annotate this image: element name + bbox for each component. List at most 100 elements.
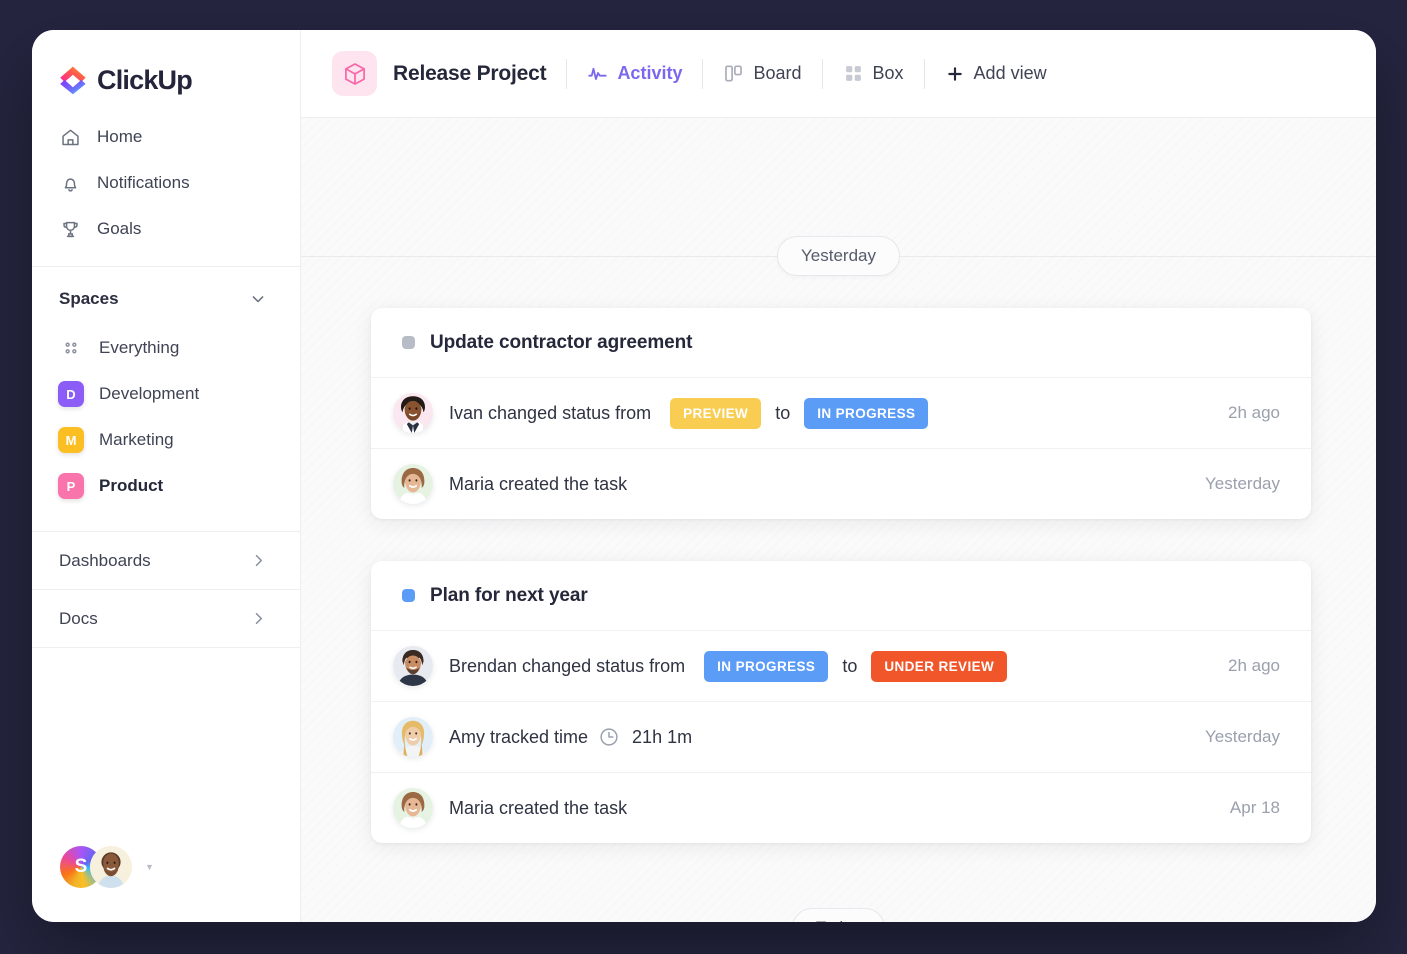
sidebar-item-notifications[interactable]: Notifications (32, 160, 300, 206)
chevron-right-icon[interactable] (249, 551, 268, 570)
activity-card[interactable]: Plan for next year Brendan changed statu… (371, 561, 1311, 843)
activity-row[interactable]: Maria created the task Yesterday (371, 448, 1311, 519)
tab-box[interactable]: Box (843, 63, 904, 84)
cube-icon (332, 51, 377, 96)
sidebar-item-home-label: Home (97, 127, 143, 146)
caret-down-icon[interactable]: ▼ (145, 862, 154, 872)
plus-icon (945, 64, 965, 84)
status-connector: to (775, 402, 791, 423)
row-content: Maria created the task (433, 798, 1230, 819)
primary-nav: Home Notifications Goals (32, 102, 300, 266)
day-separator-yesterday: Yesterday (301, 236, 1376, 276)
topbar-separator (702, 58, 704, 89)
activity-text: Amy tracked time (449, 726, 589, 747)
sidebar-item-development-label: Development (99, 384, 200, 403)
day-pill-yesterday: Yesterday (777, 236, 900, 276)
sidebar-item-notifications-label: Notifications (97, 173, 190, 192)
tab-board-label: Board (753, 63, 802, 83)
avatar-amy (393, 717, 433, 757)
status-badge-from[interactable]: IN PROGRESS (704, 650, 829, 682)
trophy-icon (59, 218, 81, 240)
chevron-right-icon[interactable] (249, 609, 268, 628)
activity-text: Maria created the task (449, 797, 628, 818)
row-content: Amy tracked time 21h 1m (433, 726, 1205, 748)
topbar-separator (821, 58, 823, 89)
sidebar-item-marketing-label: Marketing (99, 430, 174, 449)
status-badge (402, 589, 415, 602)
bell-icon (59, 172, 81, 194)
tab-box-label: Box (872, 63, 904, 83)
spaces-list: Everything D Development M Marketing P P… (32, 325, 300, 509)
tab-activity[interactable]: Activity (587, 63, 682, 84)
sidebar-item-product[interactable]: P Product (32, 463, 300, 509)
add-view-label: Add view (973, 63, 1047, 83)
space-badge-marketing: M (58, 427, 84, 453)
card-header[interactable]: Update contractor agreement (371, 308, 1311, 377)
sidebar-item-marketing[interactable]: M Marketing (32, 417, 300, 463)
avatar-maria (393, 788, 433, 828)
avatar-brendan (393, 646, 433, 686)
sidebar-item-development[interactable]: D Development (32, 371, 300, 417)
card-header[interactable]: Plan for next year (371, 561, 1311, 630)
page-title: Release Project (393, 61, 547, 85)
topbar-separator (566, 58, 568, 89)
status-badge (402, 336, 415, 349)
clickup-logo[interactable]: ClickUp (32, 30, 300, 102)
space-badge-product: P (58, 473, 84, 499)
sidebar-item-goals[interactable]: Goals (32, 206, 300, 252)
activity-timestamp: 2h ago (1228, 403, 1280, 422)
status-badge-to[interactable]: IN PROGRESS (804, 397, 929, 429)
avatar-ivan (393, 393, 433, 433)
main-content: Release Project Activity Board Box Add v… (301, 30, 1376, 922)
status-badge-to[interactable]: UNDER REVIEW (871, 650, 1008, 682)
sidebar-item-everything[interactable]: Everything (32, 325, 300, 371)
activity-row[interactable]: Ivan changed status from PREVIEW to IN P… (371, 377, 1311, 448)
activity-timestamp: 2h ago (1228, 656, 1280, 675)
sidebar-item-dashboards[interactable]: Dashboards (32, 532, 300, 589)
day-pill-today: Today (791, 908, 886, 922)
sidebar-item-docs[interactable]: Docs (32, 590, 300, 647)
sidebar-footer[interactable]: S ▼ (32, 846, 300, 922)
spaces-title: Spaces (59, 289, 119, 308)
activity-timestamp: Apr 18 (1229, 798, 1280, 817)
task-title: Plan for next year (430, 584, 588, 606)
add-view-button[interactable]: Add view (945, 63, 1047, 84)
sidebar-item-product-label: Product (99, 476, 164, 495)
home-icon (59, 126, 81, 148)
clickup-wordmark: ClickUp (97, 64, 193, 95)
sidebar-item-home[interactable]: Home (32, 114, 300, 160)
avatar-stack[interactable]: S (60, 846, 132, 888)
sidebar-item-goals-label: Goals (97, 219, 142, 238)
activity-text: Maria created the task (449, 473, 628, 494)
activity-pulse-icon (587, 63, 608, 84)
activity-feed[interactable]: Yesterday Update contractor agreement Iv… (301, 118, 1376, 922)
tab-board[interactable]: Board (723, 63, 802, 84)
activity-row[interactable]: Amy tracked time 21h 1m Yesterday (371, 701, 1311, 772)
chevron-down-icon[interactable] (248, 289, 268, 309)
task-title: Update contractor agreement (430, 331, 693, 353)
activity-row[interactable]: Brendan changed status from IN PROGRESS … (371, 630, 1311, 701)
status-badge-from[interactable]: PREVIEW (670, 397, 762, 429)
tracked-duration: 21h 1m (632, 726, 693, 747)
activity-text: Brendan changed status from (449, 655, 686, 676)
activity-timestamp: Yesterday (1205, 474, 1280, 493)
board-columns-icon (723, 63, 744, 84)
activity-card[interactable]: Update contractor agreement Ivan changed… (371, 308, 1311, 519)
app-window: ClickUp Home Notifications Goals Spaces … (32, 30, 1376, 922)
activity-row[interactable]: Maria created the task Apr 18 (371, 772, 1311, 843)
user-avatar[interactable] (90, 846, 132, 888)
spaces-header[interactable]: Spaces (32, 267, 300, 325)
row-content: Brendan changed status from IN PROGRESS … (433, 650, 1228, 682)
tab-activity-label: Activity (617, 63, 683, 83)
topbar-separator (923, 58, 925, 89)
sidebar: ClickUp Home Notifications Goals Spaces … (32, 30, 301, 922)
avatar-maria (393, 464, 433, 504)
box-grid-icon (843, 63, 864, 84)
sidebar-item-everything-label: Everything (99, 338, 180, 357)
status-connector: to (842, 655, 858, 676)
row-content: Ivan changed status from PREVIEW to IN P… (433, 397, 1228, 429)
row-content: Maria created the task (433, 474, 1205, 495)
clock-icon (598, 726, 620, 748)
sidebar-item-dashboards-label: Dashboards (59, 550, 151, 570)
